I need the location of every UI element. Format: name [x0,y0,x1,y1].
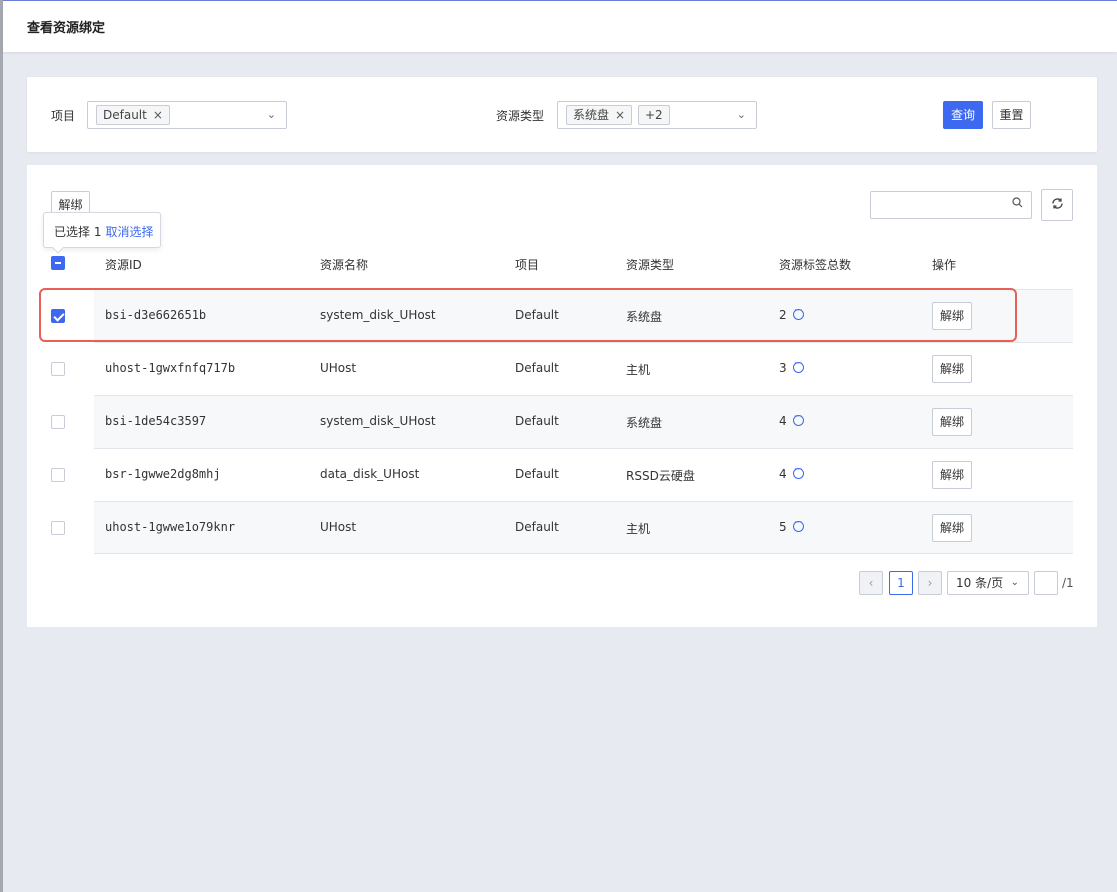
more-icon[interactable] [792,464,804,479]
cancel-selection-link[interactable]: 取消选择 [105,225,153,239]
column-header-project: 项目 [515,258,540,272]
table-row: bsi-d3e662651b system_disk_UHost Default… [94,289,1073,342]
more-icon[interactable] [792,358,804,373]
tag-count-value: 2 [779,308,787,322]
search-input[interactable] [870,191,1032,219]
column-header-resource-name: 资源名称 [320,258,369,272]
tag-count: 4 [779,464,804,481]
page-size-label: 10 条/页 [956,576,1004,590]
resource-type: 主机 [626,363,651,377]
page-jump-input[interactable] [1034,571,1058,595]
next-page-button[interactable]: › [918,571,942,595]
resource-id: uhost-1gwxfnfq717b [105,361,236,375]
row-checkbox[interactable] [51,521,65,535]
table-row: uhost-1gwxfnfq717b UHost Default 主机 3 解绑 [94,342,1073,395]
resource-type: 系统盘 [626,310,663,324]
table-bottom-divider [94,553,1073,554]
resource-id: uhost-1gwwe1o79knr [105,520,236,534]
selection-tooltip: 已选择 1 取消选择 [43,212,161,248]
tag-count-value: 3 [779,361,787,375]
resource-type: RSSD云硬盘 [626,469,695,483]
project-tag-label: Default [103,108,147,122]
remove-tag-icon[interactable]: × [615,108,625,122]
refresh-button[interactable] [1041,189,1073,221]
chevron-down-icon: ⌄ [1010,577,1019,588]
more-icon[interactable] [792,411,804,426]
resource-type-tag-label: 系统盘 [573,108,610,122]
resource-type: 系统盘 [626,416,663,430]
column-header-actions: 操作 [932,258,957,272]
row-checkbox[interactable] [51,415,65,429]
resource-id: bsi-1de54c3597 [105,414,207,428]
project-select[interactable]: Default × ⌄ [87,101,287,129]
unbind-button[interactable]: 解绑 [932,355,972,383]
reset-button[interactable]: 重置 [992,101,1031,129]
table-row: uhost-1gwwe1o79knr UHost Default 主机 5 解绑 [94,501,1073,554]
unbind-button[interactable]: 解绑 [932,461,972,489]
table-row: bsr-1gwwe2dg8mhj data_disk_UHost Default… [94,448,1073,501]
resource-name: UHost [320,361,357,375]
tag-count: 5 [779,517,804,534]
tag-count-value: 5 [779,520,787,534]
project-filter-label: 项目 [51,109,76,123]
row-checkbox[interactable] [51,468,65,482]
tag-count: 3 [779,358,804,375]
row-checkbox[interactable] [51,309,65,323]
resource-table-panel: 解绑 已选择 1 取消选择 资源ID 资源名称 项目 资源类型 资源标签总数 操作… [27,165,1097,627]
unbind-button[interactable]: 解绑 [932,514,972,542]
resource-id: bsi-d3e662651b [105,308,207,322]
more-icon[interactable] [792,305,804,320]
query-button[interactable]: 查询 [943,101,983,129]
resource-type-tag: 系统盘 × [566,105,633,125]
page-title: 查看资源绑定 [27,21,106,36]
prev-page-button[interactable]: ‹ [859,571,883,595]
resource-project: Default [515,308,559,322]
filter-panel: 项目 Default × ⌄ 资源类型 系统盘 × +2 ⌄ 查询 重置 [27,77,1097,152]
column-header-resource-type: 资源类型 [626,258,675,272]
refresh-icon [1051,196,1064,214]
resource-project: Default [515,520,559,534]
resource-project: Default [515,361,559,375]
tag-count-value: 4 [779,467,787,481]
resource-type: 主机 [626,522,651,536]
remove-tag-icon[interactable]: × [153,108,163,122]
resource-project: Default [515,467,559,481]
resource-name: system_disk_UHost [320,308,436,322]
page-size-select[interactable]: 10 条/页 ⌄ [947,571,1029,595]
resource-type-more-tag: +2 [638,105,670,125]
unbind-button[interactable]: 解绑 [932,302,972,330]
page-header: 查看资源绑定 [3,0,1117,52]
tag-count: 2 [779,305,804,322]
selection-count: 已选择 1 [54,225,102,239]
unbind-button[interactable]: 解绑 [932,408,972,436]
tag-count-value: 4 [779,414,787,428]
page-1-button[interactable]: 1 [889,571,913,595]
row-checkbox[interactable] [51,362,65,376]
search-icon [1012,197,1023,211]
chevron-down-icon: ⌄ [266,108,276,121]
resource-id: bsr-1gwwe2dg8mhj [105,467,221,481]
project-tag: Default × [96,105,170,125]
more-icon[interactable] [792,517,804,532]
resource-project: Default [515,414,559,428]
total-pages: /1 [1062,576,1074,590]
chevron-down-icon: ⌄ [736,108,746,121]
column-header-resource-id: 资源ID [105,258,142,272]
resource-type-select[interactable]: 系统盘 × +2 ⌄ [557,101,757,129]
column-header-tag-count: 资源标签总数 [779,258,852,272]
resource-type-filter-label: 资源类型 [496,109,545,123]
left-edge [0,0,3,892]
resource-name: UHost [320,520,357,534]
select-all-checkbox[interactable] [51,256,65,270]
table-row: bsi-1de54c3597 system_disk_UHost Default… [94,395,1073,448]
tag-count: 4 [779,411,804,428]
resource-name: data_disk_UHost [320,467,420,481]
resource-name: system_disk_UHost [320,414,436,428]
